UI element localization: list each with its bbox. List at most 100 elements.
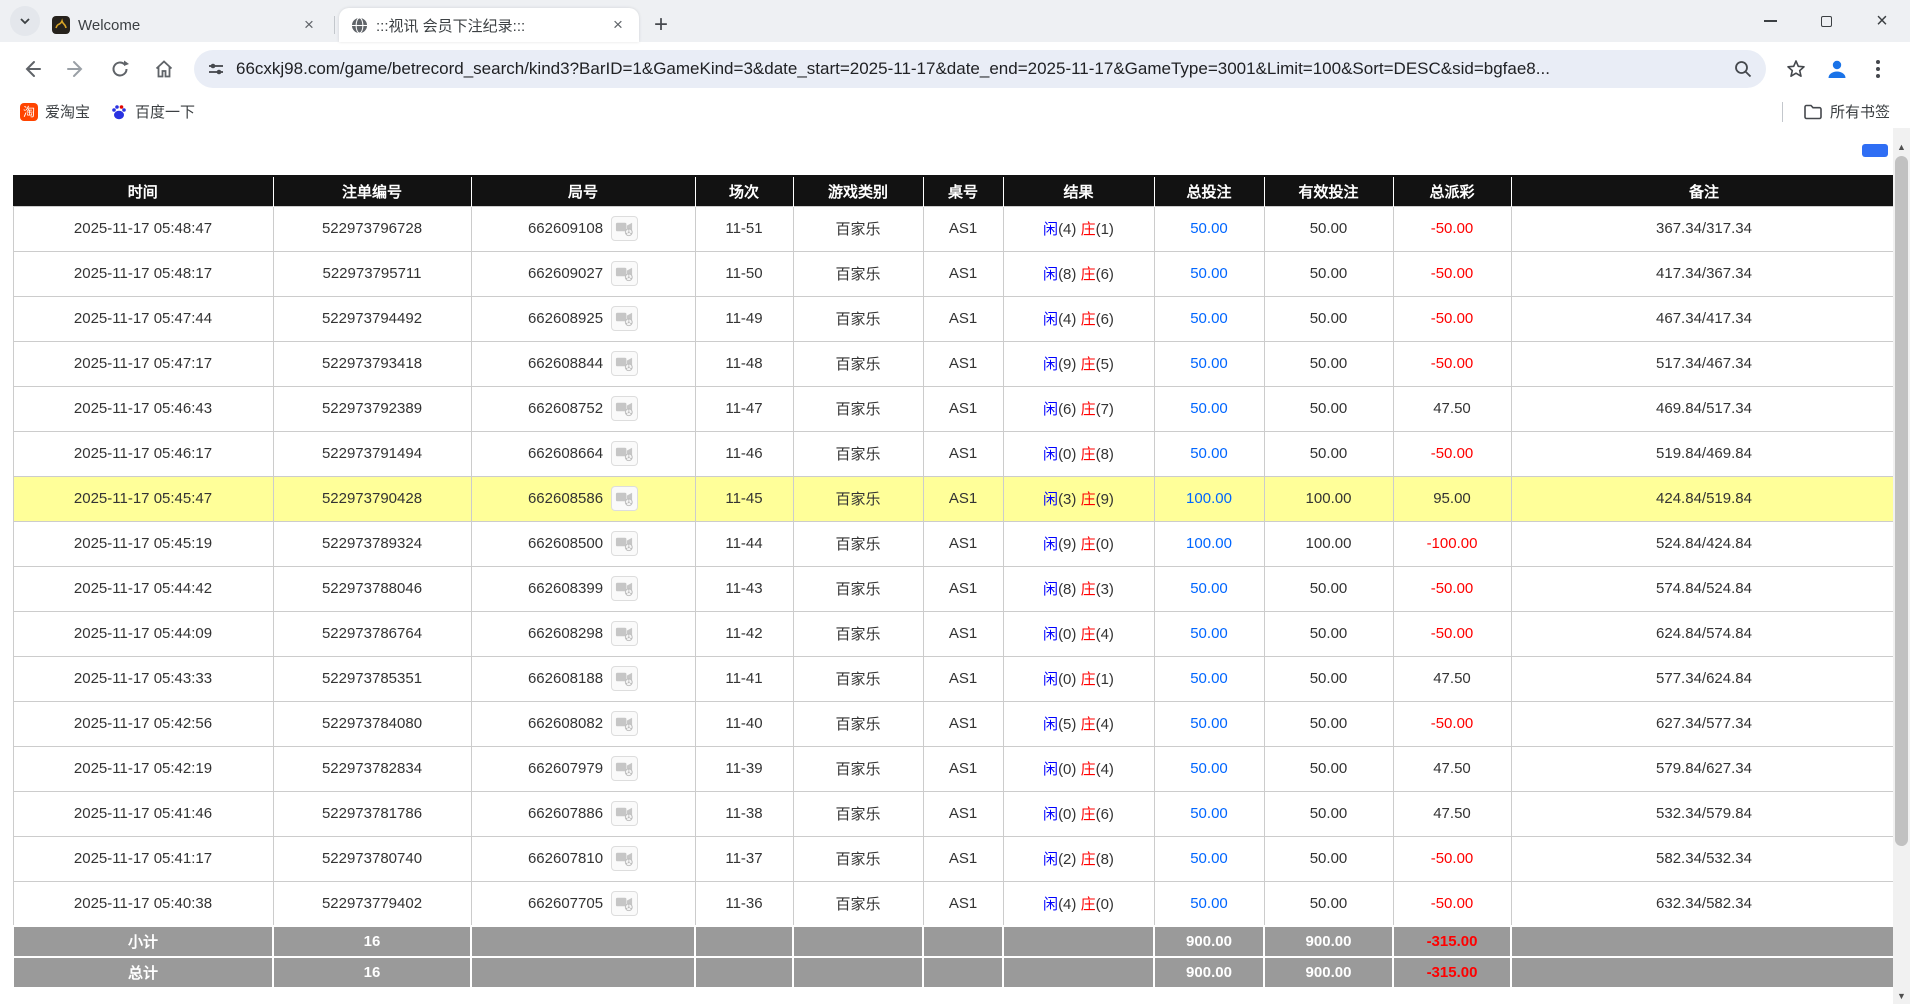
- round-number: 662608586: [528, 490, 603, 507]
- total-bet-cell[interactable]: 50.00: [1154, 656, 1264, 701]
- payout-cell: -50.00: [1393, 701, 1511, 746]
- table-row[interactable]: 2025-11-17 05:41:46522973781786662607886…: [13, 791, 1897, 836]
- video-replay-button[interactable]: [611, 801, 638, 826]
- tab-search-button[interactable]: [10, 6, 40, 36]
- total-bet-cell[interactable]: 50.00: [1154, 611, 1264, 656]
- video-replay-button[interactable]: [611, 621, 638, 646]
- scroll-down-icon[interactable]: ▼: [1893, 987, 1910, 1004]
- footer-total-bet-cell: 900.00: [1154, 926, 1264, 957]
- reload-button[interactable]: [101, 50, 139, 88]
- all-bookmarks-button[interactable]: 所有书签: [1793, 98, 1900, 125]
- total-bet-cell[interactable]: 50.00: [1154, 881, 1264, 926]
- baidu-icon: [110, 103, 128, 121]
- reload-icon: [109, 58, 131, 80]
- valid-bet-cell: 50.00: [1264, 746, 1393, 791]
- session-cell: 11-50: [695, 251, 793, 296]
- address-bar[interactable]: 66cxkj98.com/game/betrecord_search/kind3…: [194, 50, 1766, 88]
- folder-icon: [1803, 103, 1823, 121]
- video-replay-button[interactable]: [611, 441, 638, 466]
- result-cell: 闲(4) 庄(6): [1003, 296, 1154, 341]
- banker-result: 庄: [1081, 536, 1096, 553]
- table-row[interactable]: 2025-11-17 05:46:17522973791494662608664…: [13, 431, 1897, 476]
- table-number-cell: AS1: [923, 881, 1003, 926]
- table-row[interactable]: 2025-11-17 05:48:47522973796728662609108…: [13, 206, 1897, 251]
- video-replay-button[interactable]: [611, 756, 638, 781]
- scroll-up-icon[interactable]: ▲: [1893, 138, 1910, 155]
- bet-time-cell: 2025-11-17 05:41:17: [13, 836, 273, 881]
- total-bet-cell[interactable]: 50.00: [1154, 251, 1264, 296]
- bookmark-baidu[interactable]: 百度一下: [100, 98, 205, 125]
- total-bet-cell[interactable]: 50.00: [1154, 341, 1264, 386]
- browser-menu-button[interactable]: [1859, 50, 1897, 88]
- session-cell: 11-36: [695, 881, 793, 926]
- bet-time-cell: 2025-11-17 05:40:38: [13, 881, 273, 926]
- video-replay-button[interactable]: [611, 891, 638, 916]
- video-replay-button[interactable]: [611, 846, 638, 871]
- video-replay-button[interactable]: [611, 261, 638, 286]
- minimize-button[interactable]: [1742, 0, 1798, 42]
- bookmarks-bar: 淘 爱淘宝 百度一下 所有书签: [0, 95, 1910, 128]
- home-button[interactable]: [145, 50, 183, 88]
- remark-cell: 582.34/532.34: [1511, 836, 1897, 881]
- new-tab-button[interactable]: +: [645, 9, 677, 41]
- forward-button[interactable]: [57, 50, 95, 88]
- table-row[interactable]: 2025-11-17 05:47:44522973794492662608925…: [13, 296, 1897, 341]
- remark-cell: 579.84/627.34: [1511, 746, 1897, 791]
- total-bet-cell[interactable]: 100.00: [1154, 476, 1264, 521]
- tab-bet-records[interactable]: :::视讯 会员下注纪录::: ×: [339, 8, 639, 42]
- remark-cell: 632.34/582.34: [1511, 881, 1897, 926]
- bet-records-table: 时间注单编号局号场次游戏类别桌号结果总投注有效投注总派彩备注 2025-11-1…: [12, 175, 1898, 989]
- close-window-button[interactable]: ×: [1854, 0, 1910, 42]
- table-row[interactable]: 2025-11-17 05:41:17522973780740662607810…: [13, 836, 1897, 881]
- url-text[interactable]: 66cxkj98.com/game/betrecord_search/kind3…: [236, 59, 1722, 79]
- video-replay-button[interactable]: [611, 216, 638, 241]
- total-bet-cell[interactable]: 50.00: [1154, 566, 1264, 611]
- banker-result: 庄: [1081, 716, 1096, 733]
- table-row[interactable]: 2025-11-17 05:47:17522973793418662608844…: [13, 341, 1897, 386]
- video-replay-button[interactable]: [611, 576, 638, 601]
- total-bet-cell[interactable]: 50.00: [1154, 386, 1264, 431]
- table-row[interactable]: 2025-11-17 05:48:17522973795711662609027…: [13, 251, 1897, 296]
- total-bet-cell[interactable]: 50.00: [1154, 791, 1264, 836]
- top-right-blue-element[interactable]: [1862, 144, 1888, 157]
- video-replay-button[interactable]: [611, 711, 638, 736]
- zoom-search-icon[interactable]: [1732, 58, 1754, 80]
- tab-welcome[interactable]: Welcome ×: [40, 8, 330, 42]
- page-scrollbar[interactable]: ▲ ▼: [1893, 128, 1910, 1004]
- video-replay-button[interactable]: [611, 531, 638, 556]
- profile-avatar[interactable]: [1818, 50, 1856, 88]
- total-bet-cell[interactable]: 50.00: [1154, 836, 1264, 881]
- table-row[interactable]: 2025-11-17 05:44:42522973788046662608399…: [13, 566, 1897, 611]
- video-replay-button[interactable]: [611, 666, 638, 691]
- close-tab-icon[interactable]: ×: [298, 14, 320, 36]
- total-bet-cell[interactable]: 50.00: [1154, 431, 1264, 476]
- table-row[interactable]: 2025-11-17 05:45:19522973789324662608500…: [13, 521, 1897, 566]
- footer-empty-cell: [1003, 957, 1154, 988]
- table-row[interactable]: 2025-11-17 05:42:19522973782834662607979…: [13, 746, 1897, 791]
- total-bet-cell[interactable]: 50.00: [1154, 296, 1264, 341]
- total-bet-cell[interactable]: 100.00: [1154, 521, 1264, 566]
- site-settings-icon[interactable]: [206, 59, 226, 79]
- table-row[interactable]: 2025-11-17 05:45:47522973790428662608586…: [13, 476, 1897, 521]
- table-row[interactable]: 2025-11-17 05:43:33522973785351662608188…: [13, 656, 1897, 701]
- total-bet-cell[interactable]: 50.00: [1154, 206, 1264, 251]
- table-row[interactable]: 2025-11-17 05:44:09522973786764662608298…: [13, 611, 1897, 656]
- video-replay-button[interactable]: [611, 351, 638, 376]
- total-bet-cell[interactable]: 50.00: [1154, 701, 1264, 746]
- video-replay-button[interactable]: [611, 306, 638, 331]
- table-row[interactable]: 2025-11-17 05:42:56522973784080662608082…: [13, 701, 1897, 746]
- total-bet-cell[interactable]: 50.00: [1154, 746, 1264, 791]
- bet-time-cell: 2025-11-17 05:47:44: [13, 296, 273, 341]
- video-replay-button[interactable]: [611, 486, 638, 511]
- scrollbar-thumb[interactable]: [1895, 156, 1908, 846]
- close-tab-icon[interactable]: ×: [607, 14, 629, 36]
- maximize-button[interactable]: [1798, 0, 1854, 42]
- game-type-cell: 百家乐: [793, 836, 923, 881]
- table-row[interactable]: 2025-11-17 05:46:43522973792389662608752…: [13, 386, 1897, 431]
- back-button[interactable]: [13, 50, 51, 88]
- video-replay-button[interactable]: [611, 396, 638, 421]
- bookmark-star-button[interactable]: [1777, 50, 1815, 88]
- table-row[interactable]: 2025-11-17 05:40:38522973779402662607705…: [13, 881, 1897, 926]
- valid-bet-cell: 100.00: [1264, 521, 1393, 566]
- bookmark-aitaobao[interactable]: 淘 爱淘宝: [10, 98, 100, 125]
